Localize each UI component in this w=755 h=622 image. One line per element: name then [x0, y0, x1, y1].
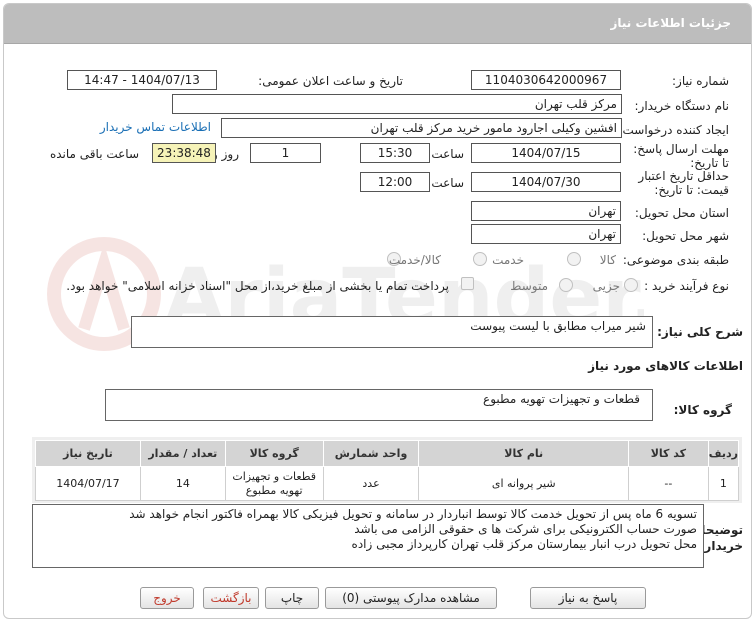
- col-date: تاریخ نیاز: [35, 440, 141, 467]
- province-field: تهران: [471, 201, 621, 221]
- category-goods-label: کالا: [599, 253, 616, 267]
- col-name: نام کالا: [418, 440, 629, 467]
- reply-date-field: 1404/07/15: [471, 143, 621, 163]
- need-number-field: 1104030642000967: [471, 70, 621, 90]
- process-partial-label: جزیی: [592, 279, 620, 293]
- notes-line-1: تسویه 6 ماه پس از تحویل خدمت کالا توسط ا…: [129, 507, 697, 521]
- col-group: گروه کالا: [224, 440, 324, 467]
- cell-code: --: [627, 466, 709, 501]
- goods-group-label: گروه کالا:: [673, 403, 732, 417]
- reply-deadline-label: مهلت ارسال پاسخ: تا تاریخ:: [633, 142, 729, 170]
- reply-time-field: 15:30: [360, 143, 430, 163]
- goods-table: ردیف کد کالا نام کالا واحد شمارش گروه کا…: [35, 440, 740, 501]
- attachments-button[interactable]: مشاهده مدارک پیوستی (0): [325, 587, 497, 609]
- process-medium-radio[interactable]: [559, 278, 573, 292]
- price-validity-label: حداقل تاریخ اعتبار قیمت: تا تاریخ:: [638, 169, 729, 197]
- price-time-label: ساعت: [431, 176, 464, 190]
- creator-field: افشین وکیلی اجارود مامور خرید مرکز قلب ت…: [221, 118, 622, 138]
- remaining-time-field: 23:38:48: [152, 143, 216, 163]
- city-field: تهران: [471, 224, 621, 244]
- goods-section-title: اطلاعات کالاهای مورد نیاز: [588, 359, 743, 373]
- need-number-label: شماره نیاز:: [672, 74, 729, 88]
- buyer-contact-link[interactable]: اطلاعات تماس خریدار: [100, 120, 211, 134]
- cell-name: شیر پروانه ای: [418, 466, 629, 501]
- col-row: ردیف: [707, 440, 740, 467]
- category-service-radio[interactable]: [473, 252, 487, 266]
- price-time-field: 12:00: [360, 172, 430, 192]
- treasury-checkbox[interactable]: [461, 277, 474, 290]
- exit-button[interactable]: خروج: [140, 587, 194, 609]
- process-label: نوع فرآیند خرید :: [644, 279, 729, 293]
- back-button[interactable]: بازگشت: [203, 587, 259, 609]
- col-unit: واحد شمارش: [322, 440, 420, 467]
- category-both-label: کالا/خدمت: [388, 253, 441, 267]
- announce-label: تاریخ و ساعت اعلان عمومی:: [258, 74, 403, 88]
- category-goods-radio[interactable]: [567, 252, 581, 266]
- summary-field: شیر میراب مطابق با لیست پیوست: [131, 316, 653, 348]
- goods-group-field: قطعات و تجهیزات تهویه مطبوع: [105, 389, 653, 421]
- cell-row: 1: [707, 466, 740, 501]
- province-label: استان محل تحویل:: [634, 206, 729, 220]
- cell-group: قطعات و تجهیزات تهویه مطبوع: [224, 466, 324, 501]
- col-qty: تعداد / مقدار: [139, 440, 226, 467]
- cell-qty: 14: [139, 466, 226, 501]
- creator-label: ایجاد کننده درخواست:: [618, 123, 729, 137]
- buyer-org-label: نام دستگاه خریدار:: [634, 99, 730, 113]
- notes-line-2: صورت حساب الکترونیکی برای شرکت ها ی حقوق…: [354, 522, 697, 536]
- process-medium-label: متوسط: [510, 279, 548, 293]
- days-label: روز و: [212, 147, 239, 161]
- reply-button[interactable]: پاسخ به نیاز: [530, 587, 646, 609]
- title-bar: جزئیات اطلاعات نیاز: [4, 4, 751, 44]
- process-partial-radio[interactable]: [624, 278, 638, 292]
- cell-date: 1404/07/17: [35, 466, 141, 501]
- payment-note: پرداخت تمام یا بخشی از مبلغ خرید،از محل …: [66, 279, 449, 293]
- category-label: طبقه بندی موضوعی:: [622, 253, 729, 267]
- cell-unit: عدد: [322, 466, 420, 501]
- notes-field: تسویه 6 ماه پس از تحویل خدمت کالا توسط ا…: [32, 504, 704, 568]
- city-label: شهر محل تحویل:: [642, 229, 729, 243]
- goods-table-header: ردیف کد کالا نام کالا واحد شمارش گروه کا…: [35, 440, 740, 467]
- summary-label: شرح کلی نیاز:: [657, 325, 743, 339]
- print-button[interactable]: چاپ: [265, 587, 319, 609]
- remaining-label: ساعت باقی مانده: [49, 147, 139, 161]
- reply-time-label: ساعت: [431, 147, 464, 161]
- price-date-field: 1404/07/30: [471, 172, 621, 192]
- days-field: 1: [250, 143, 321, 163]
- category-service-label: خدمت: [492, 253, 524, 267]
- table-row: 1 -- شیر پروانه ای عدد قطعات و تجهیزات ت…: [35, 466, 740, 501]
- details-panel: جزئیات اطلاعات نیاز AriaTender.net شماره…: [3, 3, 752, 619]
- col-code: کد کالا: [627, 440, 709, 467]
- page-title: جزئیات اطلاعات نیاز: [610, 16, 731, 30]
- notes-line-3: محل تحویل درب انبار بیمارستان مرکز قلب ت…: [351, 537, 697, 551]
- buyer-org-field: مرکز قلب تهران: [172, 94, 622, 114]
- announce-field: 1404/07/13 - 14:47: [67, 70, 217, 90]
